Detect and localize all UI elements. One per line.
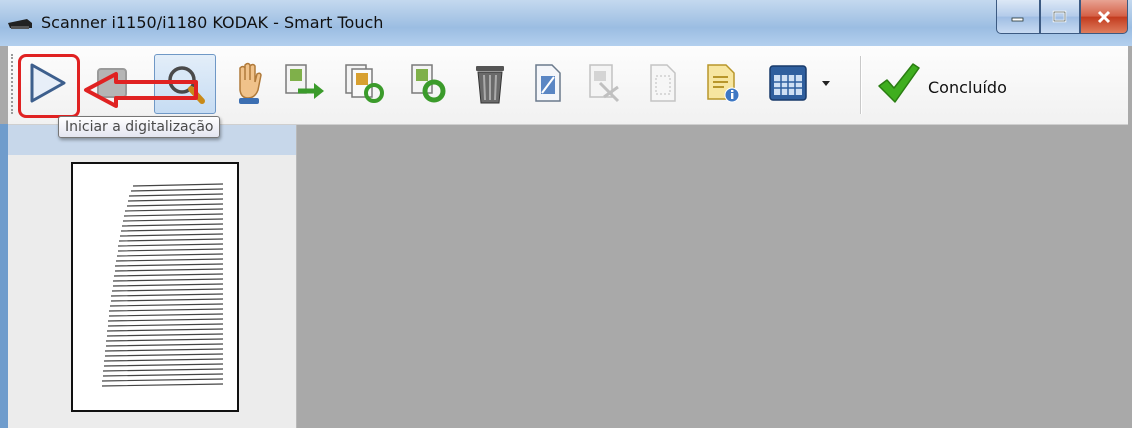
- done-label[interactable]: Concluído: [928, 78, 1007, 97]
- minimize-button[interactable]: [996, 0, 1040, 34]
- rotate-page-button[interactable]: [280, 59, 328, 107]
- blank-page-icon: [650, 64, 676, 102]
- app-window: Scanner i1150/i1180 KODAK - Smart Touch: [0, 0, 1132, 428]
- rotate-page-alt-icon: [345, 64, 384, 103]
- pan-button[interactable]: [226, 59, 274, 107]
- delete-button[interactable]: [466, 59, 514, 107]
- thumbnail-grid-icon: [769, 65, 807, 101]
- rotate-all-button[interactable]: [404, 59, 452, 107]
- thumbnail-panel[interactable]: [8, 125, 297, 428]
- rotate-page-icon: [285, 64, 324, 99]
- scan-preview-area[interactable]: [297, 125, 1132, 428]
- title-bar: Scanner i1150/i1180 KODAK - Smart Touch: [0, 0, 1132, 46]
- blank-page-button[interactable]: [638, 59, 686, 107]
- highlight-box: [18, 54, 80, 118]
- page-thumbnail[interactable]: [71, 162, 239, 412]
- rotate-page-alt-button[interactable]: [340, 59, 388, 107]
- thumbnail-view-button[interactable]: [760, 59, 816, 107]
- scanned-page-preview: [101, 183, 224, 387]
- left-edge-strip: [0, 124, 8, 428]
- delete-trash-icon: [476, 66, 504, 104]
- annotation-arrow: [84, 72, 198, 108]
- dropdown-arrow-icon: [822, 81, 830, 86]
- toolbar-grip[interactable]: [11, 54, 16, 114]
- start-scan-tooltip: Iniciar a digitalização: [58, 116, 221, 138]
- checkmark-icon: [878, 63, 920, 103]
- pan-hand-icon: [239, 62, 262, 104]
- view-options-dropdown[interactable]: [816, 59, 836, 107]
- minimize-icon: [1011, 17, 1024, 21]
- toolbar-separator: [860, 56, 862, 114]
- crop-page-icon: [589, 64, 620, 103]
- window-title: Scanner i1150/i1180 KODAK - Smart Touch: [41, 13, 384, 32]
- document-info-button[interactable]: [698, 59, 746, 107]
- page-image-icon: [535, 64, 561, 102]
- document-info-icon: [707, 64, 740, 103]
- page-image-button[interactable]: [523, 59, 571, 107]
- maximize-button[interactable]: [1040, 0, 1080, 34]
- close-button[interactable]: [1080, 0, 1128, 34]
- scanner-app-icon: [8, 19, 32, 29]
- close-icon: [1097, 10, 1111, 23]
- done-button[interactable]: [874, 59, 922, 107]
- crop-page-button[interactable]: [578, 59, 626, 107]
- rotate-all-icon: [411, 64, 446, 103]
- maximize-icon: [1052, 10, 1067, 22]
